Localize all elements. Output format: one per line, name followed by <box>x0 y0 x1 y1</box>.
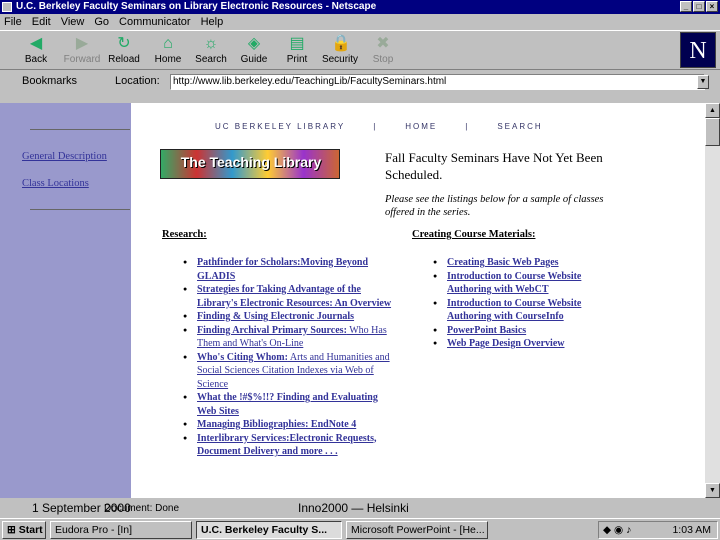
list-item[interactable]: Managing Bibliographies: EndNote 4 <box>183 418 398 432</box>
home-icon: ⌂ <box>163 35 173 52</box>
list-item[interactable]: Creating Basic Web Pages <box>433 256 613 270</box>
guide-button[interactable]: ◈ Guide <box>234 33 274 69</box>
left-nav: General Description Class Locations <box>0 103 131 498</box>
menu-communicator[interactable]: Communicator <box>119 14 191 30</box>
scroll-thumb[interactable] <box>705 118 720 146</box>
location-bar: Bookmarks Location: http://www.lib.berke… <box>0 72 720 92</box>
reload-button[interactable]: ↻ Reload <box>104 33 144 69</box>
menu-help[interactable]: Help <box>201 14 224 30</box>
guide-icon: ◈ <box>247 35 261 52</box>
page-subtext: Please see the listings below for a samp… <box>385 194 604 218</box>
search-link[interactable]: SEARCH <box>497 122 542 131</box>
status-text: Document: Done <box>104 503 180 514</box>
research-list: Pathfinder for Scholars:Moving Beyond GL… <box>183 256 398 459</box>
system-tray: ◆ ◉ ♪ 1:03 AM <box>598 521 718 539</box>
home-link[interactable]: HOME <box>405 122 437 131</box>
search-button[interactable]: ☼ Search <box>191 33 231 69</box>
research-heading: Research: <box>162 229 207 240</box>
title-bar: U.C. Berkeley Faculty Seminars on Librar… <box>0 0 720 14</box>
netscape-app-icon <box>2 2 12 12</box>
security-button[interactable]: 🔒 Security <box>320 33 360 69</box>
materials-heading: Creating Course Materials: <box>412 229 536 240</box>
taskbar-item-eudora[interactable]: Eudora Pro - [In] <box>50 521 192 539</box>
maximize-button[interactable]: □ <box>693 1 705 12</box>
materials-list: Creating Basic Web Pages Introduction to… <box>433 256 613 351</box>
menu-view[interactable]: View <box>61 14 85 30</box>
lock-icon: 🔒 <box>331 35 351 52</box>
slide-footer: Inno2000 — Helsinki <box>298 501 409 515</box>
list-item[interactable]: Pathfinder for Scholars:Moving Beyond GL… <box>183 256 398 283</box>
page-headline: Fall Faculty Seminars Have Not Yet Been … <box>385 150 603 182</box>
location-label: Location: <box>115 75 160 87</box>
menu-go[interactable]: Go <box>94 14 109 30</box>
menu-bar: File Edit View Go Communicator Help <box>0 14 720 30</box>
nav-separator: | <box>373 122 378 131</box>
bookmarks-button[interactable]: Bookmarks <box>22 75 77 87</box>
reload-icon: ↻ <box>117 35 131 52</box>
list-item[interactable]: Finding & Using Electronic Journals <box>183 310 398 324</box>
print-button[interactable]: ▤ Print <box>277 33 317 69</box>
scroll-down-icon[interactable]: ▼ <box>705 483 720 498</box>
teaching-library-logo: The Teaching Library <box>160 149 340 179</box>
window-title: U.C. Berkeley Faculty Seminars on Librar… <box>16 1 377 12</box>
back-button[interactable]: ◀ Back <box>16 33 56 69</box>
scroll-up-icon[interactable]: ▲ <box>705 103 720 118</box>
menu-edit[interactable]: Edit <box>32 14 51 30</box>
list-item[interactable]: PowerPoint Basics <box>433 324 613 338</box>
forward-arrow-icon: ▶ <box>75 35 89 52</box>
print-icon: ▤ <box>289 35 305 52</box>
search-icon: ☼ <box>203 35 219 52</box>
back-arrow-icon: ◀ <box>29 35 43 52</box>
library-link[interactable]: UC BERKELEY LIBRARY <box>215 122 345 131</box>
start-button[interactable]: ⊞ Start <box>2 521 46 539</box>
home-button[interactable]: ⌂ Home <box>148 33 188 69</box>
url-dropdown-icon[interactable]: ▼ <box>697 75 709 89</box>
taskbar: ⊞ Start Eudora Pro - [In] U.C. Berkeley … <box>0 518 720 540</box>
list-item[interactable]: Who's Citing Whom: Arts and Humanities a… <box>183 351 398 392</box>
tray-icons: ◆ ◉ ♪ <box>603 524 632 536</box>
taskbar-item-netscape[interactable]: U.C. Berkeley Faculty S... <box>196 521 342 539</box>
menu-file[interactable]: File <box>4 14 22 30</box>
nav-link-class-locations[interactable]: Class Locations <box>22 178 89 189</box>
nav-separator: | <box>465 122 470 131</box>
status-bar: 1 September 2000 Document: Done Inno2000… <box>0 498 720 518</box>
minimize-button[interactable]: _ <box>680 1 692 12</box>
list-item[interactable]: What the !#$%!!? Finding and Evaluating … <box>183 391 398 418</box>
url-field[interactable]: http://www.lib.berkeley.edu/TeachingLib/… <box>170 74 705 90</box>
list-item[interactable]: Introduction to Course Website Authoring… <box>433 270 613 297</box>
vertical-scrollbar[interactable]: ▲ ▼ <box>705 103 720 498</box>
forward-button[interactable]: ▶ Forward <box>62 33 102 69</box>
list-item[interactable]: Introduction to Course Website Authoring… <box>433 297 613 324</box>
close-button[interactable]: × <box>706 1 718 12</box>
stop-icon: ✖ <box>376 35 390 52</box>
list-item[interactable]: Strategies for Taking Advantage of the L… <box>183 283 398 310</box>
list-item[interactable]: Finding Archival Primary Sources: Who Ha… <box>183 324 398 351</box>
stop-button[interactable]: ✖ Stop <box>363 33 403 69</box>
nav-link-general-description[interactable]: General Description <box>22 151 107 162</box>
navigation-toolbar: ◀ Back ▶ Forward ↻ Reload ⌂ Home ☼ Search ◈ Gu… <box>0 30 720 70</box>
list-item[interactable]: Interlibrary Services:Electronic Request… <box>183 432 398 459</box>
clock: 1:03 AM <box>672 524 711 536</box>
list-item[interactable]: Web Page Design Overview <box>433 337 613 351</box>
site-header-nav: UC BERKELEY LIBRARY | HOME | SEARCH <box>215 122 543 131</box>
netscape-logo[interactable]: N <box>680 32 716 68</box>
windows-logo-icon: ⊞ <box>7 524 16 536</box>
nav-divider <box>30 129 130 130</box>
taskbar-item-powerpoint[interactable]: Microsoft PowerPoint - [He... <box>346 521 488 539</box>
page-viewport: General Description Class Locations UC B… <box>0 103 705 498</box>
nav-divider <box>30 209 130 210</box>
